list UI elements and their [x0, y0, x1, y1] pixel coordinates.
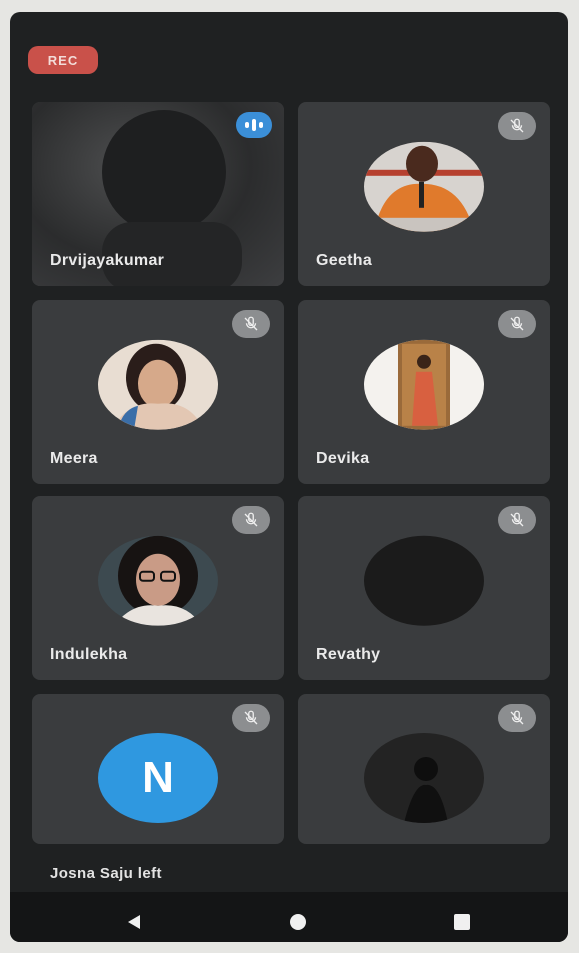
mic-off-icon [498, 704, 536, 732]
participant-tile[interactable] [298, 694, 550, 844]
triangle-back-icon[interactable] [124, 912, 144, 937]
letter-avatar: N [98, 733, 218, 823]
participant-name: Drvijayakumar [50, 252, 165, 269]
participant-tile[interactable]: Meera [32, 300, 284, 484]
participant-tile[interactable]: Drvijayakumar [32, 102, 284, 286]
participant-avatar [364, 733, 484, 823]
participant-avatar [364, 535, 484, 626]
participant-tile[interactable]: Devika [298, 300, 550, 484]
circle-home-icon[interactable] [288, 912, 308, 937]
participant-left-notification: Josna Saju left [50, 865, 162, 882]
participant-name: Revathy [316, 646, 381, 663]
participant-tile[interactable]: Geetha [298, 102, 550, 286]
participant-name: Geetha [316, 252, 373, 269]
participant-avatar [98, 535, 218, 626]
mic-off-icon [232, 506, 270, 534]
recording-badge: REC [28, 46, 98, 74]
mic-off-icon [498, 310, 536, 338]
mic-off-icon [232, 310, 270, 338]
participant-avatar [364, 141, 484, 232]
meeting-screen: REC Drvijayakumar Geetha Meera Devika In… [10, 12, 568, 942]
participant-name: Meera [50, 450, 98, 467]
mic-off-icon [498, 112, 536, 140]
participant-tile[interactable]: Indulekha [32, 496, 284, 680]
participant-tile[interactable]: Revathy [298, 496, 550, 680]
speaking-indicator-icon [236, 112, 272, 138]
participant-avatar [98, 339, 218, 430]
participant-tile[interactable]: N [32, 694, 284, 844]
mic-off-icon [498, 506, 536, 534]
system-nav-bar [10, 892, 568, 942]
mic-off-icon [232, 704, 270, 732]
participant-name: Devika [316, 450, 370, 467]
participant-name: Indulekha [50, 646, 128, 663]
square-recents-icon[interactable] [452, 912, 472, 937]
participant-avatar [364, 339, 484, 430]
